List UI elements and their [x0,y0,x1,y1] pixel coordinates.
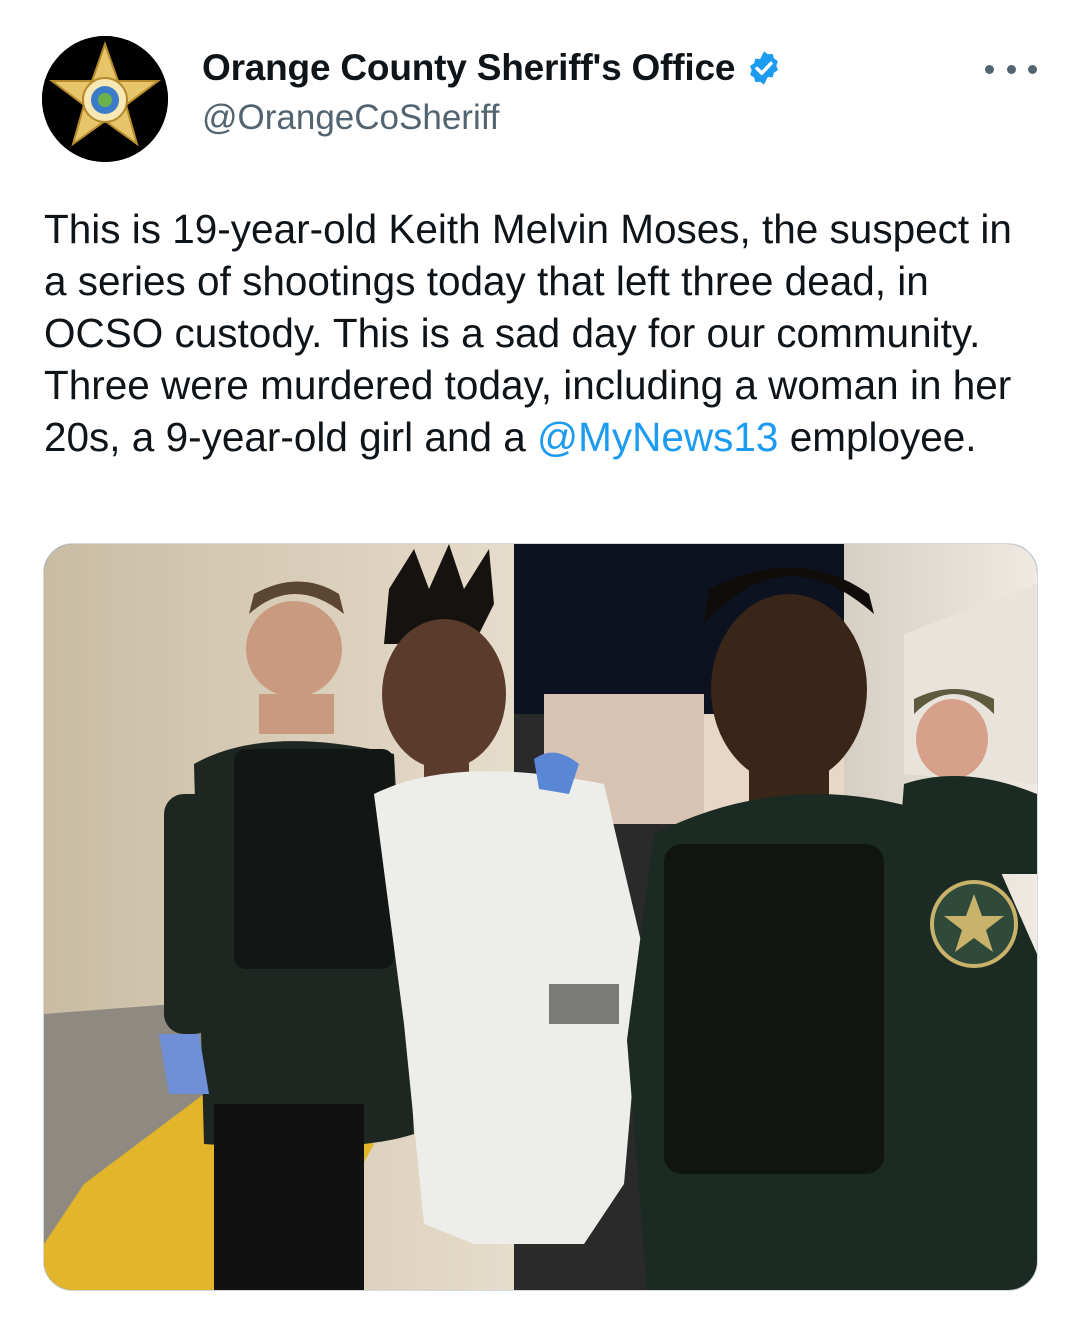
tweet-photo[interactable] [43,543,1038,1291]
more-dot [985,64,994,74]
profile-avatar[interactable] [42,36,168,162]
author-name-row[interactable]: Orange County Sheriff's Office [202,44,783,92]
author-handle[interactable]: @OrangeCoSheriff [202,98,500,138]
tweet-text-end: employee. [778,414,977,460]
verified-badge-icon [750,51,779,85]
more-dot [1006,64,1016,74]
more-dot [1028,64,1037,74]
mention-link[interactable]: @MyNews13 [537,414,778,460]
more-options-icon[interactable] [985,56,1037,82]
photo-scene [44,544,1037,1290]
sheriff-star-badge-icon [42,36,168,162]
tweet-text: This is 19-year-old Keith Melvin Moses, … [44,203,1044,463]
author-display-name[interactable]: Orange County Sheriff's Office [202,47,735,89]
